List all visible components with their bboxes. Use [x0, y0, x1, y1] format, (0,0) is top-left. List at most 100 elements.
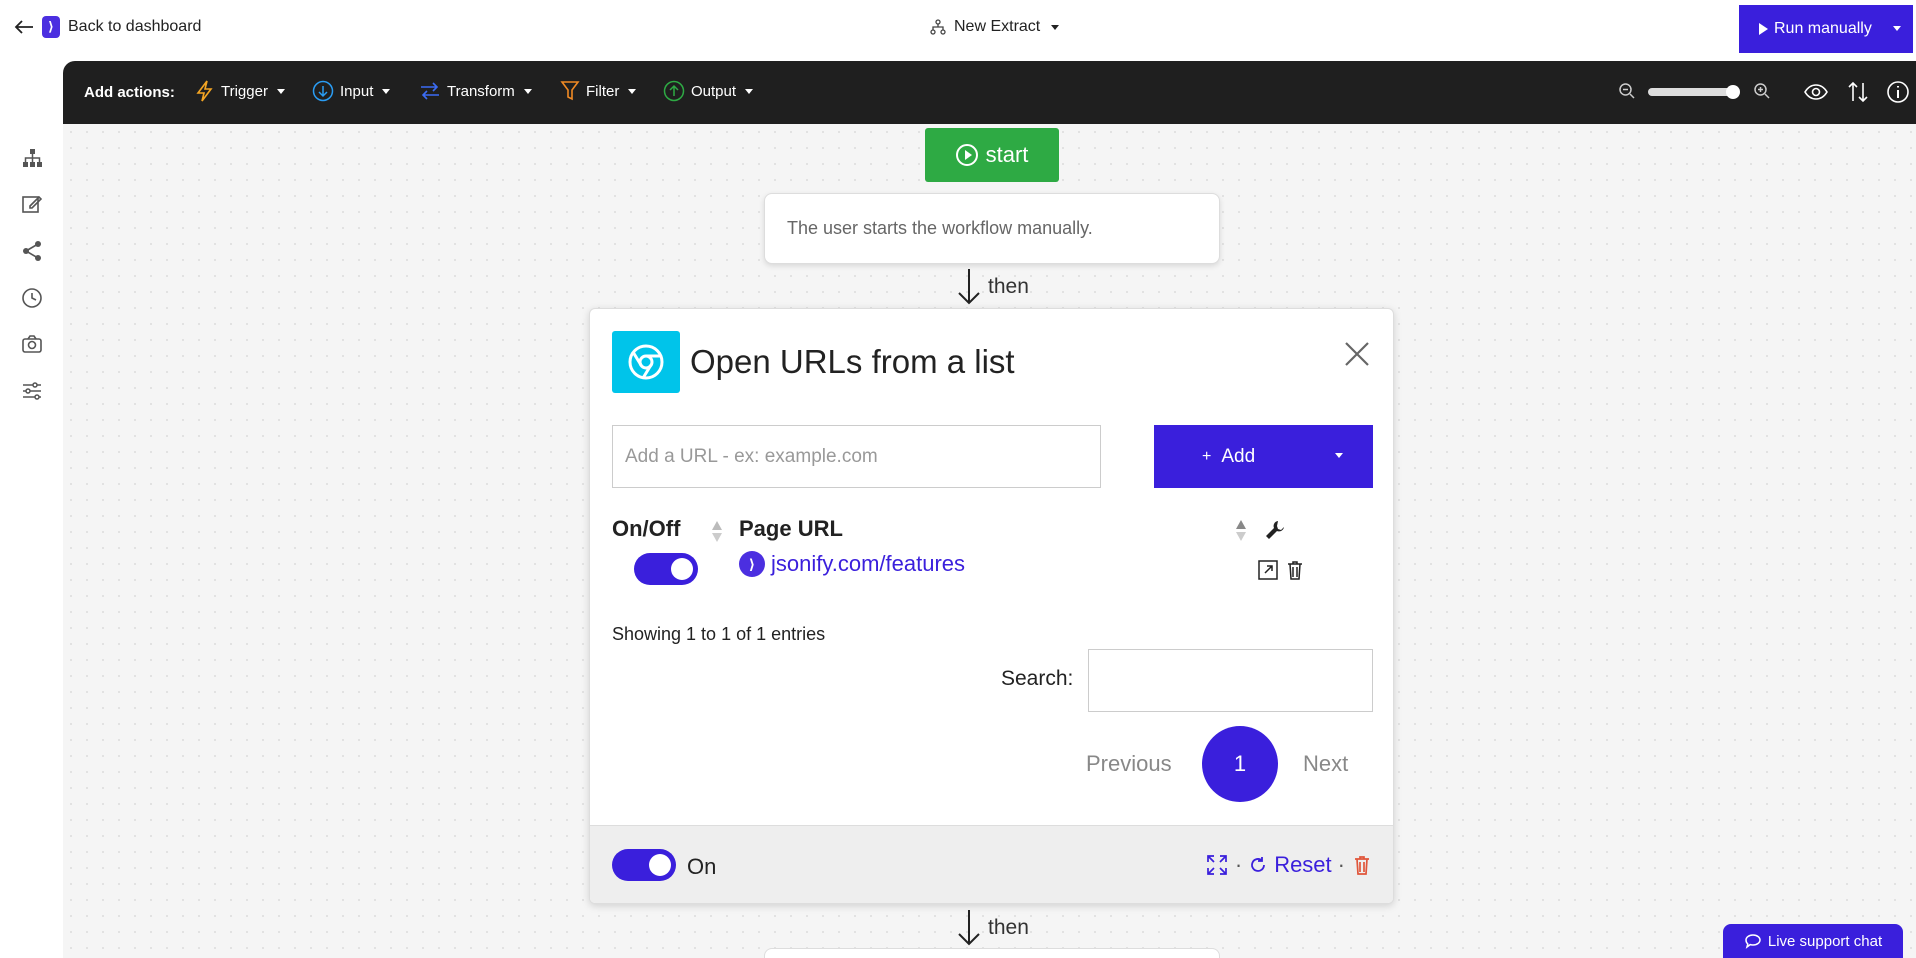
trigger-label: Trigger [221, 82, 268, 100]
top-bar: ⟩ Back to dashboard New Extract Run manu… [0, 0, 1916, 60]
camera-icon[interactable] [20, 332, 44, 356]
chevron-down-icon [1051, 24, 1060, 30]
arrow-left-icon [14, 20, 33, 34]
jsonify-favicon-icon: ⟩ [739, 551, 765, 577]
run-label: Run manually [1774, 20, 1872, 37]
sort-arrows-icon[interactable] [1845, 79, 1871, 105]
arrow-up-circle-icon [663, 80, 685, 102]
entries-info: Showing 1 to 1 of 1 entries [612, 624, 826, 644]
left-sidebar [0, 60, 63, 958]
then-connector: then [956, 267, 1029, 307]
url-link[interactable]: ⟩ jsonify.com/features [739, 551, 965, 577]
info-icon[interactable] [1885, 79, 1911, 105]
trash-icon[interactable] [1351, 854, 1373, 876]
play-circle-icon [955, 144, 978, 166]
search-input[interactable] [1088, 649, 1373, 712]
wrench-icon[interactable] [1264, 519, 1286, 541]
row-url: jsonify.com/features [771, 551, 966, 576]
col-header-onoff[interactable]: On/Off [612, 516, 680, 542]
step-enabled-toggle[interactable] [612, 849, 676, 881]
open-external-icon[interactable] [1257, 559, 1279, 581]
filter-menu[interactable]: Filter [560, 80, 637, 102]
start-description-box: The user starts the workflow manually. [764, 193, 1220, 264]
chevron-down-icon [628, 88, 637, 94]
workflow-icon [930, 19, 946, 35]
output-menu[interactable]: Output [663, 80, 754, 102]
lightning-icon [196, 80, 213, 102]
on-label: On [687, 854, 717, 879]
edit-icon[interactable] [20, 192, 44, 216]
trigger-menu[interactable]: Trigger [195, 80, 285, 102]
card-footer: On · Reset · [590, 825, 1393, 903]
history-icon[interactable] [20, 286, 44, 310]
expand-icon[interactable] [1205, 853, 1229, 877]
jsonify-logo-icon: ⟩ [42, 16, 60, 38]
transform-label: Transform [447, 82, 515, 100]
share-icon[interactable] [20, 239, 44, 263]
transform-arrows-icon [421, 82, 439, 100]
zoom-slider[interactable] [1648, 85, 1740, 99]
eye-icon[interactable] [1803, 79, 1829, 105]
zoom-in-icon[interactable] [1753, 82, 1771, 100]
reset-button[interactable]: Reset [1248, 852, 1332, 878]
extract-name-dropdown[interactable]: New Extract [930, 18, 1060, 36]
extract-name: New Extract [954, 18, 1041, 35]
refresh-icon [1251, 857, 1266, 872]
then-label: then [988, 275, 1029, 298]
then-label: then [988, 916, 1029, 939]
chevron-down-icon [276, 88, 285, 94]
run-manually-button[interactable]: Run manually [1739, 5, 1913, 53]
page-1-button[interactable]: 1 [1202, 726, 1278, 802]
separator-dot: · [1337, 852, 1345, 877]
start-node[interactable]: start [925, 128, 1059, 182]
close-icon[interactable] [1342, 339, 1372, 369]
output-label: Output [691, 82, 737, 100]
next-step-node[interactable] [764, 948, 1220, 958]
chevron-down-icon [745, 88, 754, 94]
separator-dot: · [1234, 852, 1243, 877]
reset-label: Reset [1274, 852, 1332, 877]
url-input[interactable] [612, 425, 1101, 488]
col-header-page-url[interactable]: Page URL [739, 516, 843, 542]
back-label: Back to dashboard [68, 18, 202, 35]
funnel-icon [560, 81, 580, 101]
run-options-caret-icon[interactable] [1893, 26, 1901, 31]
add-url-button[interactable]: + Add [1154, 425, 1373, 488]
arrow-down-icon [958, 910, 980, 946]
zoom-out-icon[interactable] [1618, 82, 1636, 100]
add-label: Add [1221, 445, 1256, 467]
chrome-icon [612, 331, 680, 393]
live-support-chat-button[interactable]: Live support chat [1723, 924, 1903, 958]
action-bar: Add actions: Trigger Input Transform Fil… [63, 61, 1916, 124]
chevron-down-icon [382, 88, 391, 94]
play-icon [1759, 23, 1768, 35]
sort-icon[interactable] [1236, 520, 1246, 542]
transform-menu[interactable]: Transform [419, 80, 532, 102]
start-label: start [985, 142, 1029, 167]
zoom-slider-handle[interactable] [1726, 85, 1740, 99]
filter-label: Filter [586, 82, 620, 100]
sliders-icon[interactable] [20, 379, 44, 403]
chevron-down-icon [523, 88, 532, 94]
sort-icon[interactable] [712, 521, 722, 543]
input-label: Input [340, 82, 374, 100]
back-to-dashboard-link[interactable]: ⟩ Back to dashboard [14, 16, 201, 38]
add-actions-label: Add actions: [84, 84, 175, 101]
chat-label: Live support chat [1767, 932, 1883, 950]
chat-bubble-icon [1745, 934, 1761, 949]
next-page-button[interactable]: Next [1303, 751, 1348, 777]
footer-actions: · Reset · [1205, 852, 1373, 878]
start-description: The user starts the workflow manually. [787, 218, 1093, 238]
row-enabled-toggle[interactable] [634, 553, 698, 585]
sitemap-icon[interactable] [20, 146, 44, 170]
previous-page-button[interactable]: Previous [1086, 751, 1172, 777]
open-urls-card: Open URLs from a list + Add On/Off Page … [589, 308, 1394, 904]
then-connector: then [956, 908, 1029, 948]
trash-icon[interactable] [1284, 559, 1306, 581]
search-label: Search: [1001, 667, 1074, 690]
arrow-down-icon [958, 269, 980, 305]
add-options-caret-icon[interactable] [1335, 453, 1343, 458]
input-menu[interactable]: Input [312, 80, 391, 102]
arrow-down-circle-icon [312, 80, 334, 102]
plus-icon: + [1202, 447, 1212, 465]
